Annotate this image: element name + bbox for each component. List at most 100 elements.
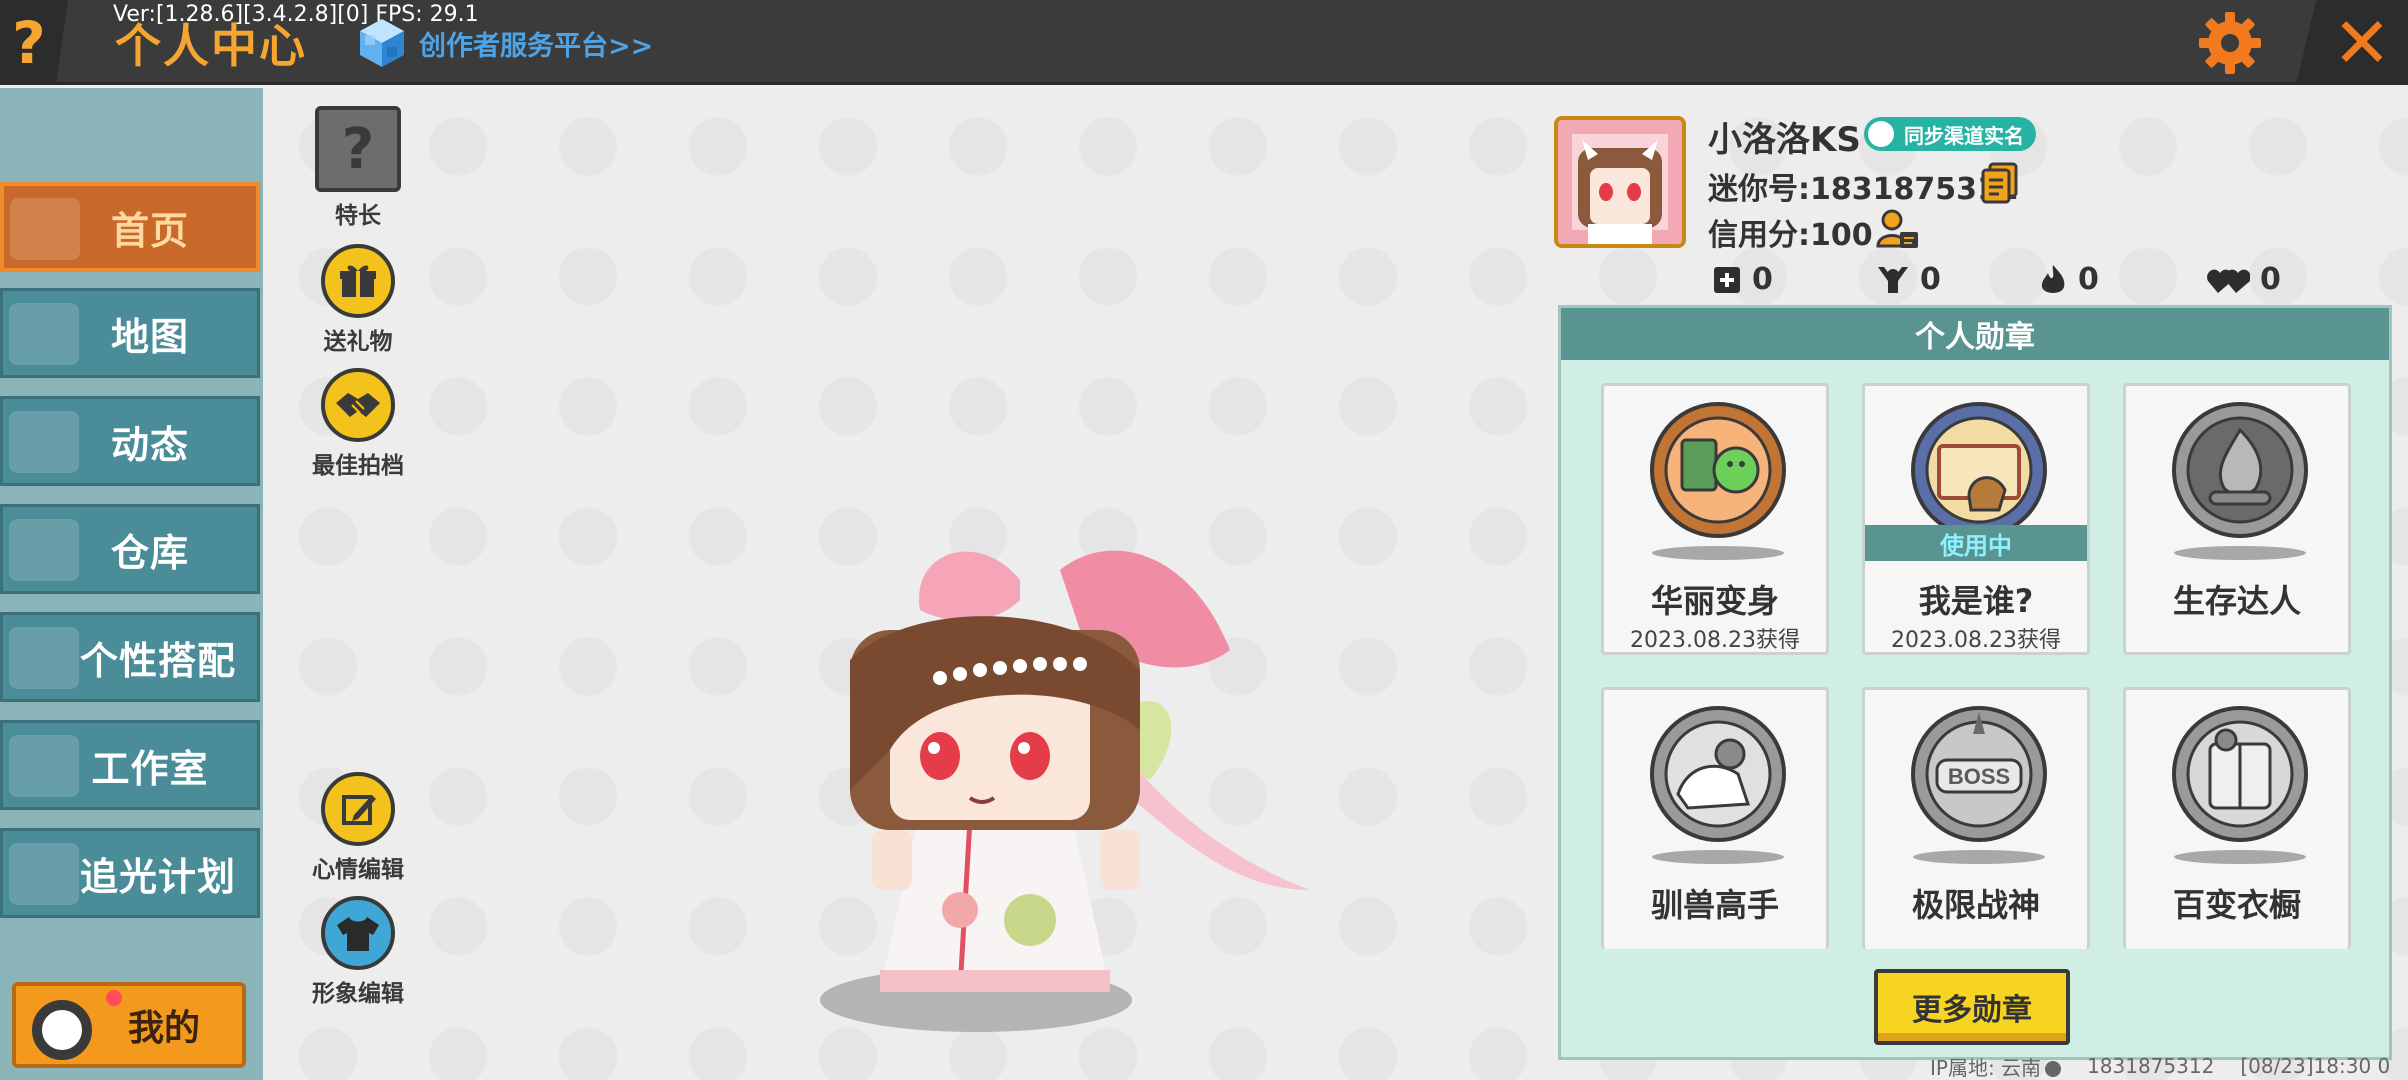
studio-icon [9, 735, 79, 797]
medal-shadow [2174, 546, 2306, 560]
medal-name: 极限战神 [1911, 886, 2040, 924]
svg-text:BOSS: BOSS [1948, 764, 2010, 789]
info-icon[interactable] [2045, 1061, 2062, 1077]
floating-assistant-icon[interactable] [32, 1000, 92, 1060]
medal-name: 我是谁? [1918, 582, 2034, 620]
question-block-icon: ? [315, 106, 401, 192]
sidebar-item-map[interactable]: 地图 [0, 288, 260, 378]
medal-card[interactable]: 驯兽高手 [1601, 687, 1829, 949]
close-button[interactable]: ✕ [2296, 0, 2408, 85]
medal-shadow [2174, 850, 2306, 864]
stat-followers: 0 [1712, 262, 1773, 297]
realname-badge[interactable]: 同步渠道实名 [1864, 117, 2036, 151]
wardrobe-medal-icon [2172, 706, 2308, 842]
mine-button-label: 我的 [127, 1008, 200, 1049]
realname-badge-label: 同步渠道实名 [1904, 123, 2024, 148]
avatar[interactable] [1554, 116, 1686, 248]
send-gift-label: 送礼物 [323, 329, 393, 355]
appearance-edit-button[interactable]: 形象编辑 [303, 896, 413, 1008]
sidebar-item-chase-light[interactable]: 追光计划 [0, 828, 260, 918]
sidebar-item-studio[interactable]: 工作室 [0, 720, 260, 810]
credit-score: 信用分:100 [1708, 218, 1873, 253]
settings-button[interactable] [2192, 6, 2268, 80]
mini-id: 迷你号:1831875312 [1708, 172, 2019, 207]
sidebar-item-home[interactable]: 首页 [0, 182, 260, 272]
sidebar-item-feed[interactable]: 动态 [0, 396, 260, 486]
warehouse-icon [9, 519, 79, 581]
credit-profile-icon[interactable] [1876, 208, 1920, 250]
hearts-icon [2207, 269, 2250, 293]
edit-icon [321, 772, 395, 846]
sidebar-item-label: 追光计划 [79, 854, 236, 899]
sidebar-item-label: 工作室 [91, 746, 209, 791]
beast-tamer-medal-icon [1650, 706, 1786, 842]
ip-location: IP属地: 云南 [1930, 1052, 2062, 1080]
medal-name: 百变衣橱 [2172, 886, 2301, 924]
gift-icon [321, 244, 395, 318]
sidebar-item-label: 个性搭配 [79, 638, 236, 683]
top-bar: ? 个人中心 Ver:[1.28.6][3.4.2.8][0] FPS: 29.… [0, 0, 2408, 85]
flame-icon [2041, 264, 2065, 293]
send-gift-button[interactable]: 送礼物 [303, 244, 413, 356]
boss-medal-icon: BOSS [1911, 706, 2047, 842]
verified-user-icon [1868, 121, 1894, 147]
footer-user-id: 1831875312 [2087, 1054, 2215, 1078]
copy-icon[interactable] [1980, 162, 2020, 204]
mood-edit-label: 心情编辑 [312, 857, 404, 883]
medal-card[interactable]: 使用中 我是谁? 2023.08.23获得 [1862, 383, 2090, 655]
medal-name: 生存达人 [2172, 582, 2301, 620]
campfire-medal-icon [2172, 402, 2308, 538]
notification-dot [106, 990, 122, 1006]
ip-location-text: IP属地: 云南 [1930, 1055, 2042, 1080]
medal-panel: 个人勋章 华丽变身 2023.08.23获得 使用中 我是谁? 2023.08.… [1558, 305, 2392, 1060]
best-partner-button[interactable]: 最佳拍档 [303, 368, 413, 480]
close-icon: ✕ [2332, 1, 2392, 84]
stat-popularity-value: 0 [2078, 262, 2099, 297]
creator-link-label: 创作者服务平台>> [419, 30, 654, 62]
stat-likes-value: 0 [1920, 262, 1941, 297]
sidebar-item-label: 动态 [110, 422, 189, 467]
sidebar-item-label: 仓库 [110, 530, 189, 575]
handshake-icon [321, 368, 395, 442]
medal-panel-header: 个人勋章 [1561, 308, 2389, 360]
username: 小洛洛KS [1708, 120, 1861, 160]
medal-card[interactable]: 百变衣橱 [2123, 687, 2351, 949]
gear-icon [2199, 12, 2261, 74]
stat-hearts-value: 0 [2260, 262, 2281, 297]
who-am-i-medal-icon [1911, 402, 2047, 538]
more-medals-button[interactable]: 更多勋章 [1874, 969, 2070, 1045]
transform-medal-icon [1650, 402, 1786, 538]
sidebar-item-outfit[interactable]: 个性搭配 [0, 612, 260, 702]
sidebar-item-label: 地图 [110, 314, 189, 359]
medal-date: 2023.08.23获得 [1891, 628, 2061, 653]
sidebar-item-warehouse[interactable]: 仓库 [0, 504, 260, 594]
sidebar-item-label: 首页 [110, 208, 189, 253]
medal-shadow [1652, 546, 1784, 560]
add-box-icon [1714, 266, 1740, 293]
stat-hearts: 0 [2206, 262, 2281, 297]
medal-shadow [1652, 850, 1784, 864]
cube-icon [357, 17, 407, 69]
medal-card[interactable]: 华丽变身 2023.08.23获得 [1601, 383, 1829, 655]
medal-shadow [1913, 850, 2045, 864]
in-use-badge: 使用中 [1865, 525, 2087, 561]
appearance-edit-label: 形象编辑 [312, 981, 404, 1007]
medal-date: 2023.08.23获得 [1630, 628, 1800, 653]
footer-info: IP属地: 云南 1831875312 [08/23]18:30 0 [1930, 1052, 2408, 1080]
help-button[interactable]: ? [0, 0, 68, 85]
creator-platform-link[interactable]: 创作者服务平台>> [357, 14, 653, 72]
cheer-person-icon [1878, 266, 1908, 293]
map-icon [9, 303, 79, 365]
medal-card[interactable]: BOSS 极限战神 [1862, 687, 2090, 949]
medal-card[interactable]: 生存达人 [2123, 383, 2351, 655]
stat-followers-value: 0 [1752, 262, 1773, 297]
medal-name: 驯兽高手 [1650, 886, 1779, 924]
specialty-button[interactable]: ? 特长 [303, 106, 413, 230]
player-character[interactable] [810, 530, 1330, 1040]
best-partner-label: 最佳拍档 [312, 453, 404, 479]
footer-timestamp: [08/23]18:30 0 [2240, 1054, 2391, 1078]
shirt-icon [321, 896, 395, 970]
specialty-label: 特长 [335, 203, 381, 229]
mood-edit-button[interactable]: 心情编辑 [303, 772, 413, 884]
bell-icon [9, 411, 79, 473]
